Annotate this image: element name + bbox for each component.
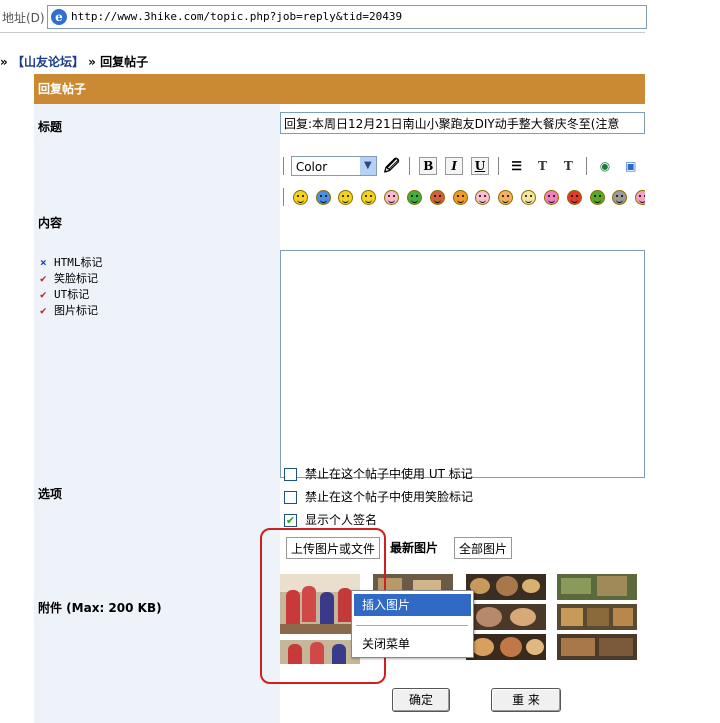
cross-icon: × — [40, 256, 47, 269]
checkbox[interactable] — [284, 491, 297, 504]
checkbox[interactable] — [284, 468, 297, 481]
breadcrumb-separator: » — [0, 55, 8, 69]
align-center-icon[interactable]: ☰ — [508, 157, 526, 175]
image-thumbnail[interactable] — [466, 574, 546, 600]
check-icon: ✔ — [40, 288, 47, 301]
italic-button[interactable]: I — [445, 157, 464, 175]
check-icon: ✔ — [40, 304, 47, 317]
markup-setting-image: ✔ 图片标记 — [40, 304, 98, 317]
smiley-icon[interactable] — [361, 189, 377, 205]
smiley-toolbar — [280, 188, 645, 212]
url-input[interactable]: e http://www.3hike.com/topic.php?job=rep… — [47, 5, 647, 29]
title-label: 标题 — [38, 120, 63, 134]
attachments-label: 附件 (Max: 200 KB) — [38, 601, 162, 615]
option-show-signature[interactable]: ✔ 显示个人签名 — [284, 511, 377, 528]
smiley-icon[interactable] — [589, 189, 605, 205]
breadcrumb-forum-link[interactable]: 【山友论坛】 — [12, 55, 84, 69]
smiley-icon[interactable] — [543, 189, 559, 205]
content-textarea[interactable] — [280, 250, 645, 478]
image-thumbnail[interactable] — [557, 604, 637, 630]
tab-all-images[interactable]: 全部图片 — [454, 537, 513, 559]
smiley-icon[interactable] — [475, 189, 491, 205]
image-thumbnail[interactable] — [466, 604, 546, 630]
option-disable-smiley[interactable]: 禁止在这个帖子中使用笑脸标记 — [284, 488, 473, 505]
markup-setting-ut: ✔ UT标记 — [40, 288, 90, 301]
smiley-icon[interactable] — [315, 189, 331, 205]
breadcrumb-current: 回复帖子 — [100, 55, 149, 69]
address-bar: 地址(D) e http://www.3hike.com/topic.php?j… — [0, 0, 647, 33]
content-label: 内容 — [38, 216, 63, 230]
insert-image-icon[interactable]: ▣ — [622, 157, 640, 175]
toolbar-divider — [283, 157, 284, 175]
address-label: 地址(D) — [2, 11, 45, 25]
image-thumbnail[interactable] — [557, 634, 637, 660]
options-label: 选项 — [38, 487, 63, 501]
smiley-icon[interactable] — [521, 189, 537, 205]
toolbar-divider — [586, 157, 588, 175]
markup-setting-html: × HTML标记 — [40, 256, 103, 269]
breadcrumb-separator: » — [88, 55, 96, 69]
form-header: 回复帖子 — [34, 74, 645, 104]
toolbar-divider — [497, 157, 499, 175]
chevron-down-icon: ▼ — [359, 157, 376, 175]
image-thumbnail[interactable] — [466, 634, 546, 660]
markup-setting-smiley: ✔ 笑脸标记 — [40, 272, 98, 285]
smiley-icon[interactable] — [566, 189, 582, 205]
title-input[interactable]: 回复:本周日12月21日南山小聚跑友DIY动手整大餐庆冬至(注意 — [280, 112, 645, 134]
smiley-icon[interactable] — [498, 189, 514, 205]
bold-button[interactable]: B — [419, 157, 438, 175]
smiley-icon[interactable] — [406, 189, 422, 205]
option-disable-ut[interactable]: 禁止在这个帖子中使用 UT 标记 — [284, 465, 473, 482]
breadcrumb: » 【山友论坛】 » 回复帖子 — [0, 53, 148, 70]
smiley-icon[interactable] — [429, 189, 445, 205]
smiley-icon[interactable] — [635, 189, 645, 205]
toolbar-divider — [283, 188, 284, 206]
font-icon[interactable]: 🖉 — [383, 157, 401, 175]
submit-button[interactable]: 确定 — [392, 688, 450, 712]
menu-item-close-menu[interactable]: 关闭菜单 — [362, 635, 410, 652]
browser-page-icon: e — [51, 9, 67, 25]
check-icon: ✔ — [40, 272, 47, 285]
font-size-down-icon[interactable]: T — [559, 157, 577, 175]
reset-button[interactable]: 重 来 — [491, 688, 561, 712]
tab-latest-images[interactable]: 最新图片 — [386, 537, 443, 559]
font-size-up-icon[interactable]: T — [533, 157, 551, 175]
url-text: http://www.3hike.com/topic.php?job=reply… — [71, 10, 403, 23]
smiley-icon[interactable] — [612, 189, 628, 205]
color-select[interactable]: Color ▼ — [290, 156, 377, 176]
editor-format-toolbar: Color ▼ 🖉 B I U ☰ T T ◉ ▣ — [280, 156, 645, 180]
checkbox-checked[interactable]: ✔ — [284, 514, 297, 527]
menu-item-insert-image[interactable]: 插入图片 — [354, 594, 471, 616]
smiley-icon[interactable] — [384, 189, 400, 205]
smiley-icon[interactable] — [338, 189, 354, 205]
image-thumbnail[interactable] — [557, 574, 637, 600]
underline-button[interactable]: U — [470, 157, 489, 175]
smiley-icon[interactable] — [452, 189, 468, 205]
insert-link-icon[interactable]: ◉ — [596, 157, 614, 175]
context-menu: 插入图片 关闭菜单 — [351, 590, 474, 658]
menu-divider — [356, 625, 468, 626]
toolbar-divider — [409, 157, 411, 175]
smiley-icon[interactable] — [292, 189, 308, 205]
